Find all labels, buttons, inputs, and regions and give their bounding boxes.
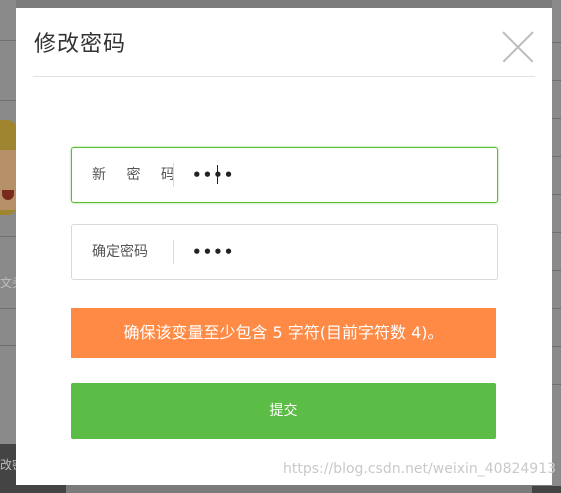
confirm-password-input[interactable]: •••• (192, 225, 234, 279)
background-avatar (0, 120, 16, 215)
background-text: 文头 (0, 276, 16, 290)
background-page-left (0, 0, 16, 493)
validation-message: 确保该变量至少包含 5 字符(目前字符数 4)。 (71, 308, 496, 358)
dialog-title: 修改密码 (34, 32, 127, 57)
field-separator (173, 240, 174, 264)
confirm-password-field[interactable]: 确定密码 •••• (71, 224, 498, 280)
title-divider (33, 76, 535, 77)
confirm-password-label: 确定密码 (92, 244, 148, 260)
new-password-field[interactable]: 新 密 码 •••• (71, 147, 498, 203)
change-password-dialog: 修改密码 新 密 码 •••• 确定密码 •••• 确保该变量至少包含 5 字符… (16, 8, 552, 485)
submit-button[interactable]: 提交 (71, 383, 496, 439)
background-page-right (552, 0, 561, 493)
background-text: 改密 (0, 458, 16, 472)
text-caret (217, 165, 218, 184)
watermark: https://blog.csdn.net/weixin_40824913 (283, 461, 557, 477)
field-separator (173, 163, 174, 187)
close-icon[interactable] (501, 30, 535, 64)
background-panel (532, 486, 561, 493)
new-password-input[interactable]: •••• (192, 148, 234, 202)
new-password-label: 新 密 码 (92, 167, 183, 183)
